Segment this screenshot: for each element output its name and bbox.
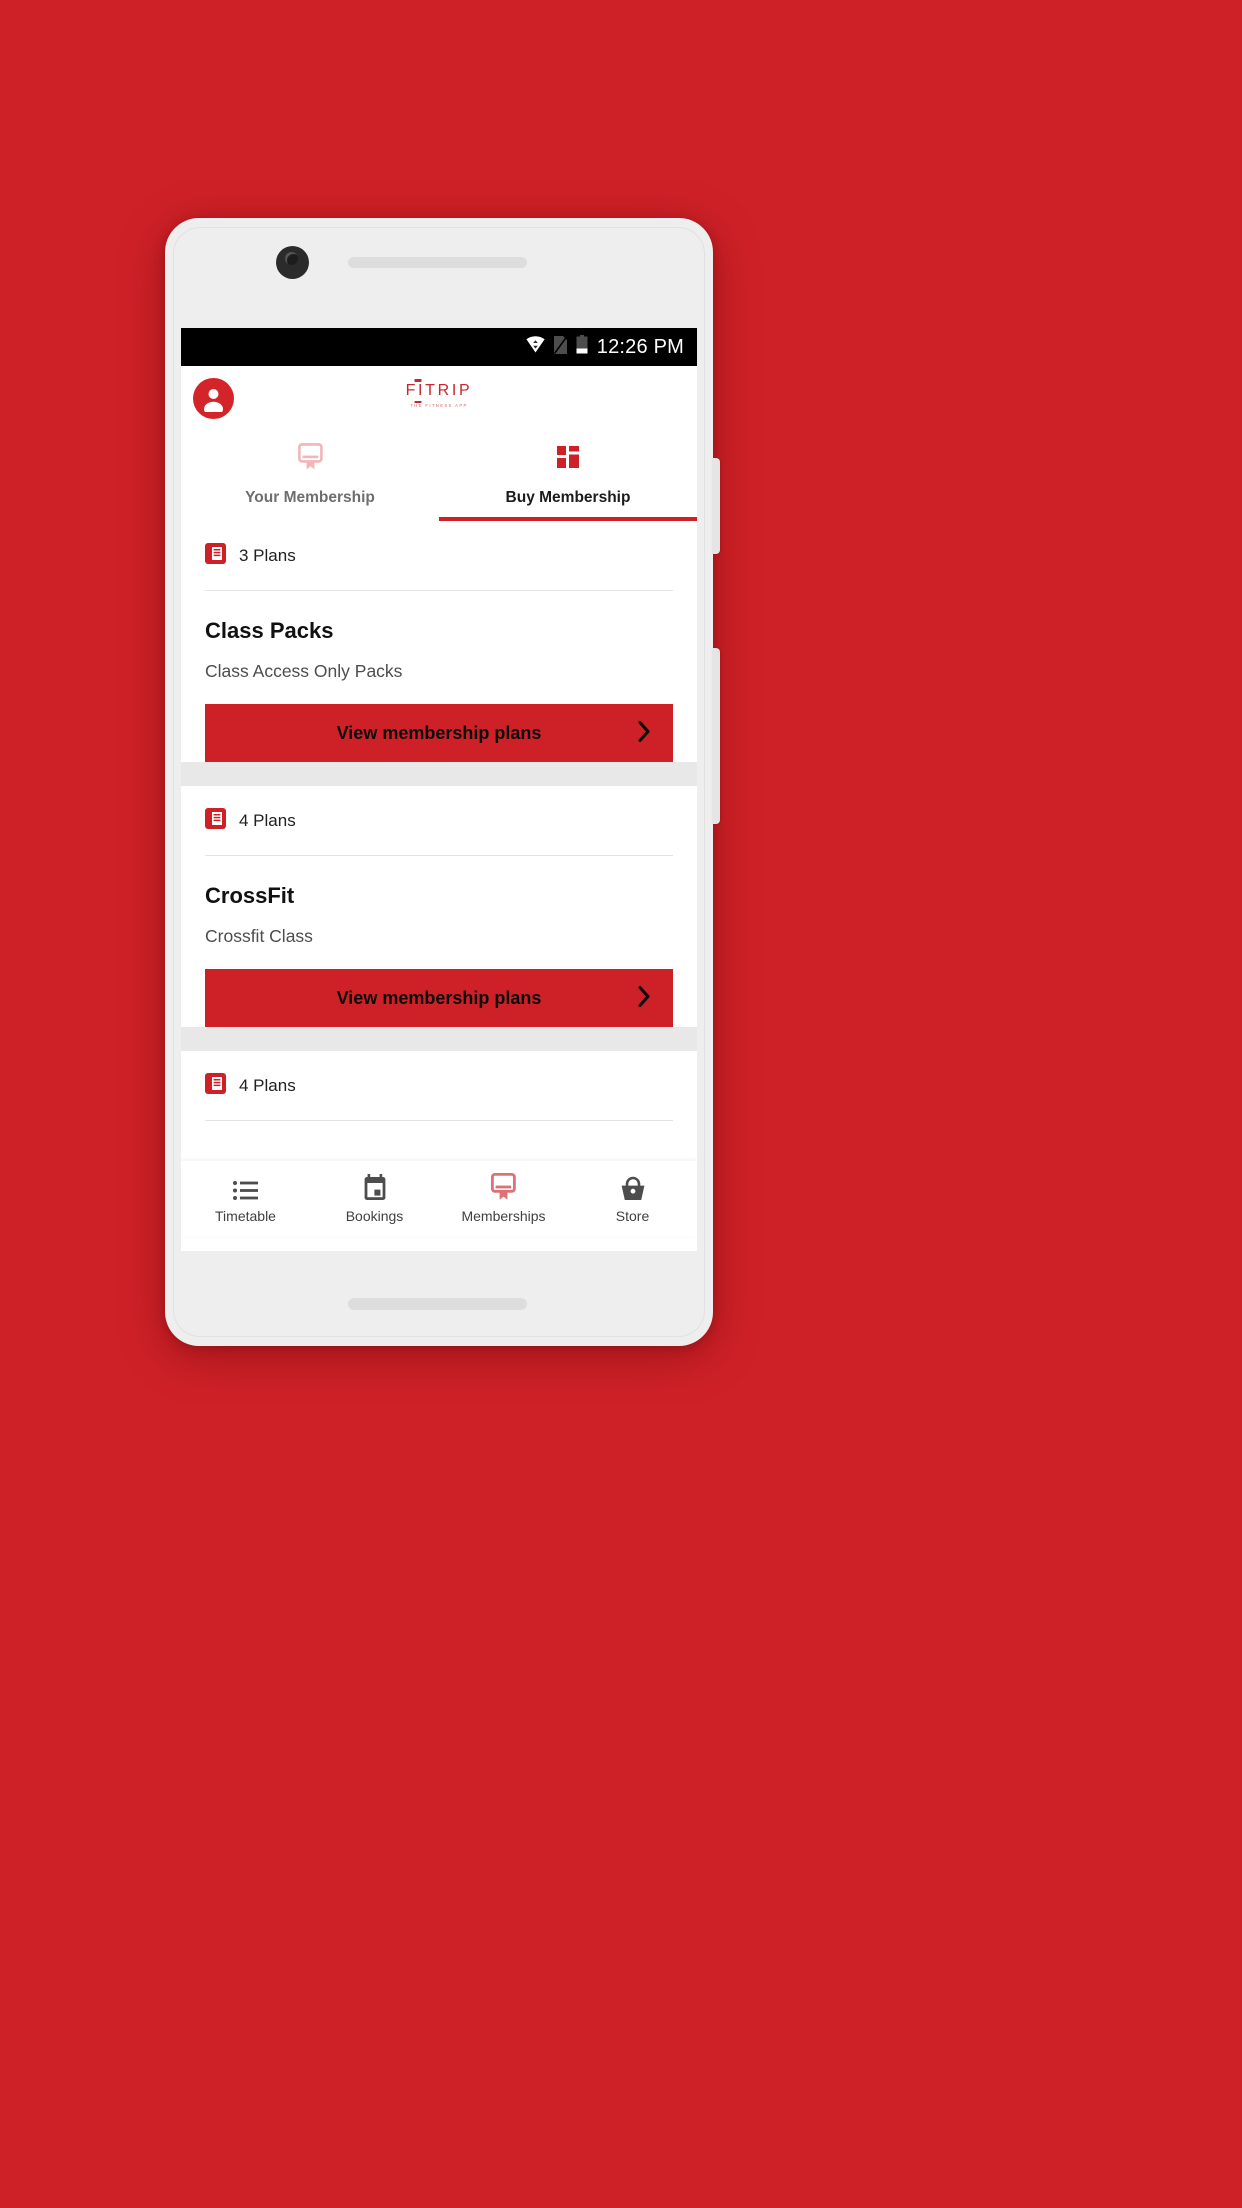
basket-icon [620, 1174, 646, 1201]
button-label: View membership plans [336, 987, 542, 1008]
nav-item-memberships[interactable]: Memberships [439, 1172, 568, 1224]
chevron-right-icon [638, 985, 651, 1011]
membership-card-icon [297, 442, 323, 472]
no-sim-icon [553, 335, 567, 359]
nav-label: Bookings [345, 1207, 404, 1224]
plan-list-scroll[interactable]: 3 Plans Class Packs Class Access Only Pa… [181, 521, 697, 1241]
app-header: FITRIP THE FITNESS APP [181, 366, 697, 428]
phone-screen: 12:26 PM FITRIP THE FITNESS APP Your Mem… [181, 328, 697, 1251]
chevron-right-icon [638, 720, 651, 746]
brand-tagline: THE FITNESS APP [410, 403, 468, 408]
nav-item-bookings[interactable]: Bookings [310, 1173, 439, 1224]
view-membership-plans-button[interactable]: View membership plans [205, 969, 673, 1027]
tab-buy-membership[interactable]: Buy Membership [439, 428, 697, 521]
plan-title: Class Packs [205, 618, 334, 643]
plan-count-label: 4 Plans [239, 1076, 296, 1095]
plan-list-icon [205, 808, 226, 834]
app-logo: FITRIP THE FITNESS APP [181, 379, 697, 408]
nav-label: Timetable [215, 1207, 276, 1224]
tab-label: Your Membership [245, 489, 375, 506]
bottom-navigation-bar: Timetable Bookings Memberships Store [181, 1161, 697, 1236]
tab-your-membership[interactable]: Your Membership [181, 428, 439, 521]
status-bar-clock: 12:26 PM [596, 335, 684, 358]
dumbbell-bar-top-icon [414, 379, 422, 382]
plan-card[interactable]: 4 Plans CrossFit Crossfit Class View mem… [181, 786, 697, 1027]
nav-label: Memberships [461, 1207, 546, 1224]
plan-list-icon [205, 543, 226, 569]
plan-list-icon [205, 1073, 226, 1099]
plan-card[interactable]: 3 Plans Class Packs Class Access Only Pa… [181, 521, 697, 762]
grid-dashboard-icon [557, 442, 579, 472]
nav-label: Store [615, 1207, 650, 1224]
plan-count-row: 4 Plans [205, 1051, 673, 1120]
nav-item-store[interactable]: Store [568, 1174, 697, 1224]
tab-label: Buy Membership [505, 489, 631, 506]
plan-count-row: 4 Plans [205, 786, 673, 855]
plan-count-label: 3 Plans [239, 546, 296, 565]
nav-item-timetable[interactable]: Timetable [181, 1174, 310, 1224]
wifi-icon [526, 336, 545, 358]
status-bar: 12:26 PM [181, 328, 697, 366]
plan-title: CrossFit [205, 883, 295, 908]
phone-earpiece-speaker [348, 257, 527, 268]
plan-count-row: 3 Plans [205, 521, 673, 590]
battery-icon [576, 335, 588, 359]
brand-name: FITRIP [405, 382, 473, 399]
phone-power-button[interactable] [712, 648, 720, 824]
phone-bottom-speaker [348, 1298, 527, 1310]
membership-card-icon [491, 1172, 516, 1201]
button-label: View membership plans [336, 722, 542, 743]
phone-volume-button[interactable] [712, 458, 720, 554]
dumbbell-bar-bottom-icon [414, 400, 422, 403]
plan-description: Class Access Only Packs [205, 661, 403, 681]
view-membership-plans-button[interactable]: View membership plans [205, 704, 673, 762]
plan-description: Crossfit Class [205, 926, 313, 946]
calendar-icon [363, 1173, 387, 1201]
plan-count-label: 4 Plans [239, 811, 296, 830]
membership-tabs: Your Membership Buy Membership [181, 428, 697, 521]
list-icon [233, 1174, 258, 1201]
front-camera-icon [276, 246, 309, 279]
